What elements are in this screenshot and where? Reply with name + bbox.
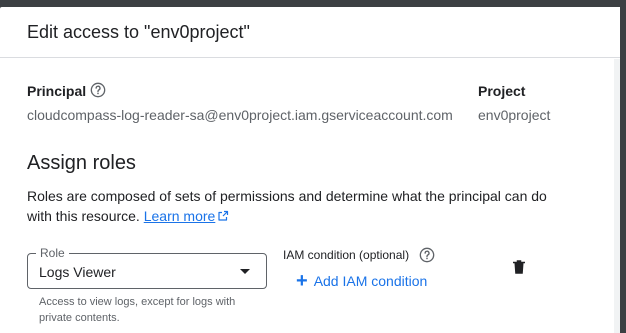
edit-access-dialog: Edit access to "env0project" Principal c… <box>0 7 620 333</box>
help-icon[interactable] <box>419 247 435 263</box>
plus-icon: + <box>296 270 308 292</box>
description-text: Roles are composed of sets of permission… <box>27 188 547 224</box>
help-icon[interactable] <box>90 82 106 98</box>
project-value: env0project <box>478 107 551 123</box>
assign-roles-title: Assign roles <box>27 152 136 174</box>
principal-label: Principal <box>27 83 87 99</box>
dialog-header: Edit access to "env0project" <box>0 7 620 58</box>
assign-roles-description: Roles are composed of sets of permission… <box>27 186 547 226</box>
role-legend: Role <box>36 246 69 260</box>
add-iam-condition-label: Add IAM condition <box>313 273 428 289</box>
role-selected-value: Logs Viewer <box>39 264 116 280</box>
dialog-title: Edit access to "env0project" <box>27 22 250 42</box>
project-label: Project <box>478 83 526 99</box>
role-hint: Access to view logs, except for logs wit… <box>39 296 236 324</box>
chevron-down-icon <box>240 269 250 274</box>
add-iam-condition-button[interactable]: + Add IAM condition <box>296 271 427 291</box>
external-link-icon <box>218 210 229 221</box>
learn-more-link[interactable]: Learn more <box>144 208 216 224</box>
delete-icon[interactable] <box>510 258 528 276</box>
scrollbar[interactable] <box>614 59 620 333</box>
iam-condition-label: IAM condition (optional) <box>283 248 410 262</box>
role-select[interactable]: Role Logs Viewer <box>27 246 267 289</box>
principal-value: cloudcompass-log-reader-sa@env0project.i… <box>27 107 453 123</box>
